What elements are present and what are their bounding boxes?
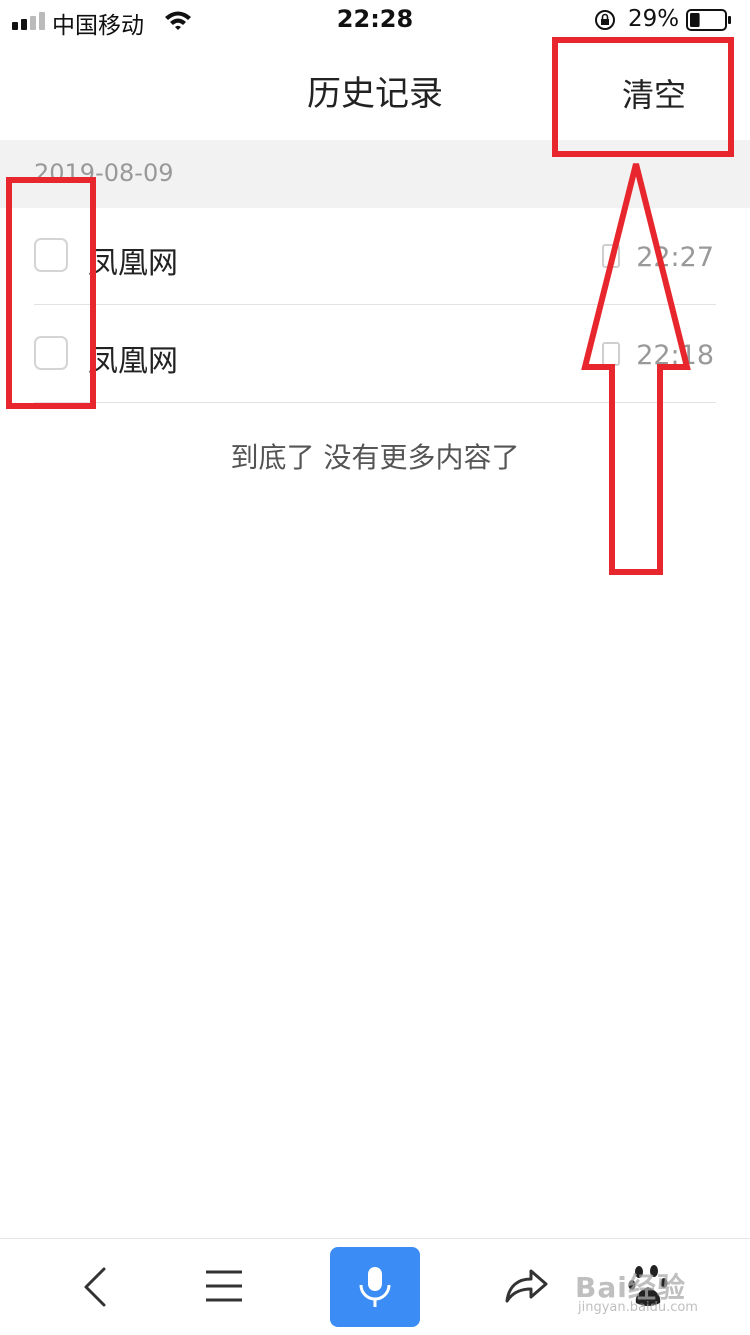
annotation-box-clear	[552, 37, 734, 157]
history-title[interactable]: 凤凰网	[88, 238, 178, 282]
watermark-sub: jingyan.baidu.com	[578, 1300, 698, 1315]
battery-percent: 29%	[628, 6, 680, 32]
watermark: Bai经验 jingyan.baidu.com	[575, 1266, 698, 1315]
battery-icon	[686, 9, 731, 31]
annotation-arrow-up-icon	[581, 163, 691, 575]
status-bar: 中国移动 22:28 29%	[0, 0, 750, 40]
back-icon[interactable]	[78, 1265, 114, 1309]
share-icon[interactable]	[503, 1265, 549, 1305]
orientation-lock-icon	[595, 10, 615, 30]
history-title[interactable]: 凤凰网	[88, 336, 178, 380]
microphone-icon	[359, 1267, 391, 1307]
annotation-box-checkboxes	[6, 177, 96, 409]
voice-search-button[interactable]	[330, 1247, 420, 1327]
menu-icon[interactable]	[204, 1269, 244, 1303]
